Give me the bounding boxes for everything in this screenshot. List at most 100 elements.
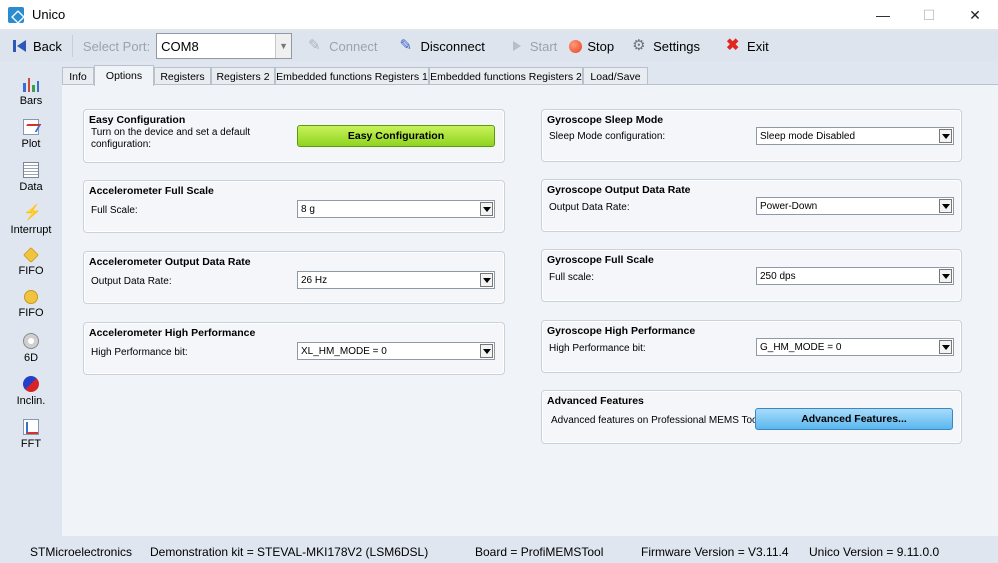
group-label: High Performance bit: [91, 347, 188, 358]
accelerometer-output-data-rate-group: Accelerometer Output Data Rate Output Da… [83, 251, 505, 304]
accelerometer-odr-select[interactable]: 26 Hz [297, 271, 495, 289]
sidebar-item-fifo-2[interactable]: FIFO [0, 290, 62, 330]
back-button[interactable]: Back [6, 33, 68, 59]
sidebar-item-data[interactable]: Data [0, 162, 62, 202]
plug-icon: ✎ [308, 37, 321, 54]
group-label: Output Data Rate: [549, 202, 630, 213]
tab-embedded-functions-registers-2[interactable]: Embedded functions Registers 2 [429, 67, 583, 85]
tab-options[interactable]: Options [94, 65, 154, 86]
status-bar: STMicroelectronics Demonstration kit = S… [0, 538, 998, 563]
sidebar-item-plot[interactable]: Plot [0, 119, 62, 159]
toolbar: Back Select Port: COM8 ▼ ✎ Connect ✎ Dis… [0, 31, 998, 61]
status-board: Board = ProfiMEMSTool [475, 545, 604, 559]
chevron-down-icon[interactable] [939, 129, 952, 143]
fft-chart-icon [23, 419, 39, 435]
settings-button[interactable]: ⚙ Settings [626, 33, 706, 59]
start-button[interactable]: Start [503, 33, 563, 59]
tab-info[interactable]: Info [62, 67, 94, 85]
tab-registers[interactable]: Registers [154, 67, 211, 85]
accelerometer-high-performance-group: Accelerometer High Performance High Perf… [83, 322, 505, 375]
tab-load-save[interactable]: Load/Save [583, 67, 648, 85]
easy-configuration-group: Easy Configuration Turn on the device an… [83, 109, 505, 163]
gyroscope-sleep-mode-group: Gyroscope Sleep Mode Sleep Mode configur… [541, 109, 962, 162]
chevron-down-icon[interactable] [939, 199, 952, 213]
status-vendor: STMicroelectronics [30, 545, 133, 559]
stop-icon [569, 39, 583, 53]
tab-embedded-functions-registers-1[interactable]: Embedded functions Registers 1 [275, 67, 429, 85]
sidebar-item-bars[interactable]: Bars [0, 76, 62, 116]
inclinometer-icon [19, 372, 43, 396]
unplug-icon: ✎ [399, 37, 413, 54]
gyroscope-odr-select[interactable]: Power-Down [756, 197, 954, 215]
port-select[interactable]: COM8 ▼ [156, 33, 293, 59]
orientation-6d-icon [23, 333, 39, 349]
exit-icon: ✖ [726, 37, 740, 54]
disconnect-button[interactable]: ✎ Disconnect [394, 33, 491, 59]
line-chart-icon [23, 119, 39, 135]
group-title: Accelerometer Output Data Rate [89, 256, 251, 268]
chevron-down-icon[interactable] [939, 269, 952, 283]
sidebar-item-6d[interactable]: 6D [0, 333, 62, 373]
gyroscope-full-scale-select[interactable]: 250 dps [756, 267, 954, 285]
chevron-down-icon[interactable] [480, 344, 493, 358]
sidebar-item-interrupt[interactable]: ⚡ Interrupt [0, 205, 62, 245]
group-title: Easy Configuration [89, 114, 186, 126]
group-title: Accelerometer Full Scale [89, 185, 214, 197]
chevron-down-icon[interactable] [480, 202, 493, 216]
group-label: Output Data Rate: [91, 276, 172, 287]
exit-button[interactable]: ✖ Exit [720, 33, 775, 59]
status-unico-version: Unico Version = 9.11.0.0 [809, 545, 940, 559]
tab-bar: Info Options Registers Registers 2 Embed… [62, 65, 998, 86]
close-icon[interactable]: ✕ [952, 0, 998, 30]
group-title: Advanced Features [547, 395, 644, 407]
window-controls: — ☐ ✕ [860, 0, 998, 30]
tab-registers-2[interactable]: Registers 2 [211, 67, 275, 85]
window-title: Unico [32, 7, 66, 22]
easy-configuration-button[interactable]: Easy Configuration [297, 125, 495, 147]
fifo-box-icon [23, 247, 39, 263]
gyroscope-sleep-mode-select[interactable]: Sleep mode Disabled [756, 127, 954, 145]
accelerometer-high-performance-select[interactable]: XL_HM_MODE = 0 [297, 342, 495, 360]
group-title: Gyroscope Full Scale [547, 254, 654, 266]
gyroscope-full-scale-group: Gyroscope Full Scale Full scale: 250 dps [541, 249, 962, 302]
sidebar-item-fifo[interactable]: FIFO [0, 247, 62, 288]
data-table-icon [23, 162, 39, 178]
select-port-label: Select Port: [82, 38, 151, 54]
accelerometer-full-scale-group: Accelerometer Full Scale Full Scale: 8 g [83, 180, 505, 233]
lightning-icon: ⚡ [23, 204, 42, 221]
chevron-down-icon[interactable] [939, 340, 952, 354]
chevron-down-icon[interactable]: ▼ [275, 34, 292, 58]
group-label: Full scale: [549, 272, 595, 283]
group-label: Full Scale: [91, 205, 138, 216]
advanced-features-group: Advanced Features Advanced features on P… [541, 390, 962, 444]
sidebar-item-fft[interactable]: FFT [0, 419, 62, 459]
gyroscope-output-data-rate-group: Gyroscope Output Data Rate Output Data R… [541, 179, 962, 232]
minimize-icon[interactable]: — [860, 0, 906, 30]
group-title: Accelerometer High Performance [89, 327, 256, 339]
status-demonstration-kit: Demonstration kit = STEVAL-MKI178V2 (LSM… [150, 545, 429, 559]
advanced-features-button[interactable]: Advanced Features... [755, 408, 953, 430]
accelerometer-full-scale-select[interactable]: 8 g [297, 200, 495, 218]
group-title: Gyroscope Sleep Mode [547, 114, 664, 126]
stop-button[interactable]: Stop [563, 33, 620, 59]
sidebar-item-inclin[interactable]: Inclin. [0, 372, 62, 416]
status-firmware-version: Firmware Version = V3.11.4 [641, 545, 789, 559]
group-label: Sleep Mode configuration: [549, 131, 666, 142]
group-title: Gyroscope Output Data Rate [547, 184, 691, 196]
gear-icon: ⚙ [632, 37, 646, 54]
connect-button[interactable]: ✎ Connect [302, 33, 383, 59]
group-label: Turn on the device and set a default con… [91, 127, 251, 150]
play-icon [509, 38, 525, 54]
group-label: Advanced features on Professional MEMS T… [551, 415, 760, 426]
chevron-down-icon[interactable] [480, 273, 493, 287]
app-icon [8, 6, 24, 23]
gyroscope-high-performance-select[interactable]: G_HM_MODE = 0 [756, 338, 954, 356]
options-panel: Easy Configuration Turn on the device an… [62, 84, 998, 536]
fifo-gear-icon [24, 290, 38, 304]
back-icon [12, 38, 28, 54]
gyroscope-high-performance-group: Gyroscope High Performance High Performa… [541, 320, 962, 373]
group-label: High Performance bit: [549, 343, 646, 354]
sidebar: Bars Plot Data ⚡ Interrupt FIFO FIFO 6D … [0, 66, 62, 536]
maximize-icon[interactable]: ☐ [906, 0, 952, 30]
group-title: Gyroscope High Performance [547, 325, 696, 337]
